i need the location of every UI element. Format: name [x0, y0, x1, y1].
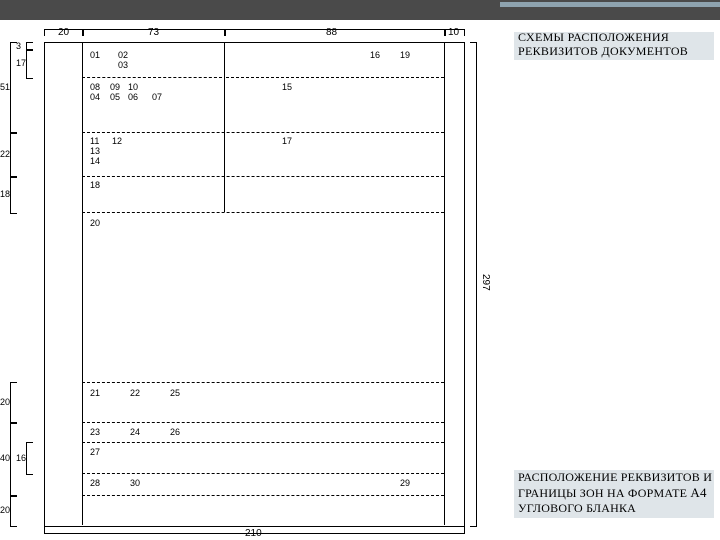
dim-l-2: 51 [0, 82, 10, 92]
dim-l-3: 22 [0, 149, 10, 159]
req-16: 16 [370, 50, 380, 60]
req-13: 13 [90, 146, 100, 156]
accent-bar [500, 2, 720, 7]
req-15: 15 [282, 82, 292, 92]
req-17: 17 [282, 136, 292, 146]
req-14: 14 [90, 156, 100, 166]
req-19: 19 [400, 50, 410, 60]
req-04: 04 [90, 92, 100, 102]
dim-l-8: 20 [0, 505, 10, 515]
dim-l-6: 40 [0, 453, 10, 463]
dim-bottom: 210 [245, 528, 262, 539]
req-08: 08 [90, 82, 100, 92]
req-20: 20 [90, 218, 100, 228]
req-02: 02 [118, 50, 128, 60]
req-10: 10 [128, 82, 138, 92]
req-27: 27 [90, 447, 100, 457]
req-23: 23 [90, 427, 100, 437]
req-22: 22 [130, 388, 140, 398]
req-11: 11 [90, 136, 99, 146]
dim-right: 297 [480, 274, 491, 291]
req-03: 03 [118, 60, 128, 70]
dim-top-1: 20 [58, 27, 69, 38]
footer-caption: РАСПОЛОЖЕНИЕ РЕКВИЗИТОВ И ГРАНИЦЫ ЗОН НА… [518, 470, 712, 516]
dim-l-7: 16 [16, 453, 26, 463]
dim-top-2: 73 [148, 27, 159, 38]
page-frame [44, 42, 465, 527]
title-text: СХЕМЫ РАСПОЛОЖЕНИЯ РЕКВИЗИТОВ ДОКУМЕНТОВ [518, 30, 688, 58]
req-29: 29 [400, 478, 410, 488]
req-24: 24 [130, 427, 140, 437]
req-06: 06 [128, 92, 138, 102]
dim-top-4: 10 [448, 27, 459, 38]
req-28: 28 [90, 478, 100, 488]
dim-l-5: 20 [0, 397, 10, 407]
req-07: 07 [152, 92, 162, 102]
req-26: 26 [170, 427, 180, 437]
dim-l-4: 18 [0, 189, 10, 199]
req-09: 09 [110, 82, 120, 92]
req-21: 21 [90, 388, 100, 398]
dim-l-1: 17 [16, 58, 26, 68]
req-18: 18 [90, 180, 100, 190]
req-25: 25 [170, 388, 180, 398]
drawing-canvas: 20 73 88 10 210 297 3 17 51 22 18 20 40 … [0, 20, 500, 540]
req-01: 01 [90, 50, 100, 60]
req-05: 05 [110, 92, 120, 102]
dim-top-3: 88 [326, 27, 337, 38]
req-30: 30 [130, 478, 140, 488]
req-12: 12 [112, 136, 122, 146]
